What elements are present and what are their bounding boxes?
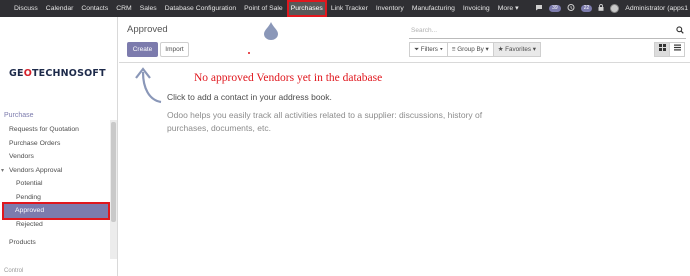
menu-contacts[interactable]: Contacts <box>77 0 112 17</box>
logo-o: O <box>23 68 32 79</box>
menu-calendar[interactable]: Calendar <box>42 0 78 17</box>
help-title: Click to add a contact in your address b… <box>167 92 332 102</box>
sidebar-section-purchase[interactable]: Purchase <box>4 112 34 119</box>
main-content: Approved Search... Create Import ⏷ Filte… <box>119 17 690 276</box>
sidebar-item-requests-for-quotation[interactable]: Requests for Quotation <box>0 123 110 137</box>
filter-icon: ⏷ <box>414 46 420 53</box>
search-icon[interactable] <box>676 26 684 36</box>
sidebar-item-vendors[interactable]: Vendors <box>0 150 110 164</box>
import-button[interactable]: Import <box>160 42 189 57</box>
search-input[interactable]: Search... <box>411 27 437 34</box>
company-logo: GEOTECHNOSOFT <box>9 68 106 79</box>
control-panel-divider <box>119 62 690 63</box>
chat-icon[interactable] <box>535 4 543 13</box>
menu-point-of-sale[interactable]: Point of Sale <box>240 0 287 17</box>
star-icon: ★ <box>497 46 504 53</box>
list-icon[interactable] <box>669 42 685 57</box>
favorites-button[interactable]: ★ Favorites ▾ <box>492 42 541 57</box>
sidebar-scrollbar[interactable] <box>110 120 117 259</box>
apps-grid-icon[interactable] <box>0 0 10 17</box>
menu-manufacturing[interactable]: Manufacturing <box>408 0 459 17</box>
user-menu[interactable]: Administrator (apps1 <box>625 5 688 12</box>
page-title: Approved <box>127 24 168 35</box>
sidebar-item-potential[interactable]: Potential <box>0 177 110 191</box>
sidebar-item-approved[interactable]: Approved <box>2 202 110 220</box>
sidebar-item-rejected[interactable]: Rejected <box>0 218 110 232</box>
group-by-button[interactable]: ≡ Group By ▾ <box>446 42 494 57</box>
sidebar-item-pending[interactable]: Pending <box>0 191 110 205</box>
drop-marker-icon <box>264 22 278 42</box>
create-button[interactable]: Create <box>127 42 158 57</box>
menu-more[interactable]: More ▾ <box>494 0 523 17</box>
top-navbar: Discuss Calendar Contacts CRM Sales Data… <box>0 0 690 17</box>
kanban-icon[interactable] <box>654 42 670 57</box>
logo-suffix: TECHNOSOFT <box>31 68 106 79</box>
systray: 39 22 Administrator (apps1 <box>535 0 690 17</box>
menu-crm[interactable]: CRM <box>112 0 135 17</box>
menu-discuss[interactable]: Discuss <box>10 0 42 17</box>
sidebar-item-products[interactable]: Products <box>0 236 110 250</box>
sidebar-item-purchase-orders[interactable]: Purchase Orders <box>0 137 110 151</box>
avatar[interactable] <box>610 4 620 13</box>
search-options: ⏷ Filters ▾ ≡ Group By ▾ ★ Favorites ▾ <box>409 42 541 57</box>
annotation-text: No approved Vendors yet in the database <box>194 72 383 84</box>
main-menu: Discuss Calendar Contacts CRM Sales Data… <box>10 0 523 17</box>
menu-link-tracker[interactable]: Link Tracker <box>327 0 372 17</box>
arrow-annotation-icon <box>129 66 165 108</box>
group-icon: ≡ <box>451 46 456 53</box>
activities-badge[interactable]: 22 <box>580 5 593 12</box>
group-by-label: Group By ▾ <box>457 46 489 53</box>
sidebar-item-label: Vendors Approval <box>9 166 63 174</box>
chevron-down-icon: ▾ <box>1 167 5 174</box>
filters-button[interactable]: ⏷ Filters ▾ <box>409 42 448 57</box>
annotation-dot <box>248 52 250 54</box>
favorites-label: Favorites ▾ <box>505 46 536 53</box>
menu-database-configuration[interactable]: Database Configuration <box>161 0 240 17</box>
view-switcher <box>654 42 685 57</box>
lock-icon[interactable] <box>598 4 604 13</box>
menu-sales[interactable]: Sales <box>136 0 161 17</box>
search-bar[interactable]: Search... <box>409 25 686 39</box>
menu-purchases[interactable]: Purchases <box>286 0 327 17</box>
activity-icon[interactable] <box>567 4 575 13</box>
messages-badge[interactable]: 39 <box>549 5 561 12</box>
sidebar-item-control[interactable]: Control <box>4 268 23 274</box>
logo-prefix: GE <box>9 68 24 79</box>
help-text: Odoo helps you easily track all activiti… <box>167 110 483 133</box>
sidebar-item-vendors-approval[interactable]: ▾ Vendors Approval <box>0 164 110 178</box>
menu-invoicing[interactable]: Invoicing <box>459 0 494 17</box>
menu-inventory[interactable]: Inventory <box>372 0 408 17</box>
filters-label: Filters ▾ <box>420 46 443 53</box>
scrollbar-thumb[interactable] <box>111 122 116 222</box>
sidebar-menu: Requests for Quotation Purchase Orders V… <box>0 123 110 250</box>
